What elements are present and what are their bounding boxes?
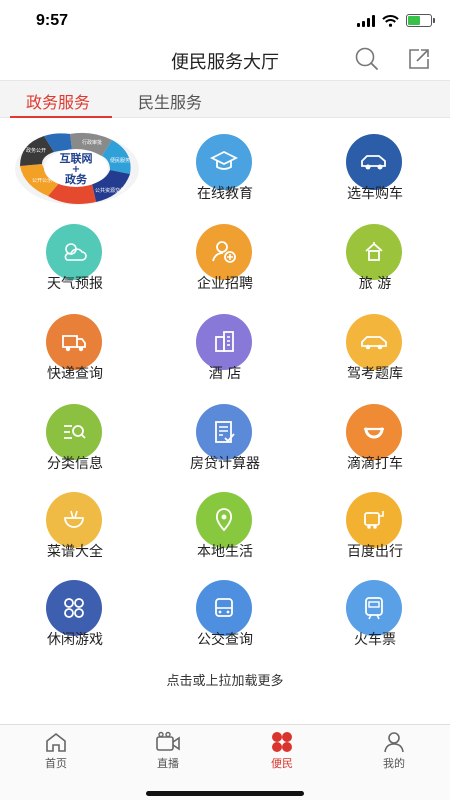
service-hotel[interactable]: 酒 店	[150, 308, 300, 398]
service-label: 选车购车	[347, 186, 403, 202]
logo-petal-4: 公开公示	[32, 178, 52, 184]
service-label: 酒 店	[208, 366, 242, 382]
logo-line-3: 政务	[65, 172, 88, 186]
service-baidu-travel[interactable]: 百度出行	[300, 486, 450, 576]
service-label: 快递查询	[47, 366, 103, 382]
active-tab-indicator	[10, 116, 112, 118]
logo-petal-5: 政务公开	[26, 147, 46, 154]
service-didi-taxi[interactable]: 滴滴打车	[300, 398, 450, 488]
calculator-icon	[196, 404, 252, 460]
service-weather[interactable]: 天气预报	[0, 218, 150, 308]
service-label: 旅 游	[358, 276, 392, 292]
service-label: 火车票	[354, 632, 396, 648]
graduation-cap-icon	[196, 134, 252, 190]
service-label: 公交查询	[197, 632, 253, 648]
service-label: 房贷计算器	[190, 456, 260, 472]
logo-petal-1: 行政审批	[82, 139, 102, 146]
home-indicator[interactable]	[146, 791, 304, 796]
bottom-tab-label: 首页	[45, 757, 67, 770]
share-icon[interactable]	[406, 46, 432, 72]
bottom-tab-label: 便民	[271, 757, 293, 770]
service-mortgage-calculator[interactable]: 房贷计算器	[150, 398, 300, 488]
service-online-education[interactable]: 在线教育	[150, 128, 300, 218]
delivery-truck-icon	[46, 314, 102, 370]
service-delivery-tracking[interactable]: 快递查询	[0, 308, 150, 398]
train-icon	[346, 580, 402, 636]
logo-line-1: 互联网	[60, 151, 93, 165]
service-bus-query[interactable]: 公交查询	[150, 574, 300, 664]
home-icon	[46, 732, 66, 752]
internet-plus-government-logo: 互联网 + 政务 行政审批 便民服务 公共资源交易 公开公示 政务公开	[15, 132, 139, 205]
tab-government-services[interactable]: 政务服务	[26, 89, 90, 113]
service-local-life[interactable]: 本地生活	[150, 486, 300, 576]
service-casual-games[interactable]: 休闲游戏	[0, 574, 150, 664]
travel-icon	[346, 224, 402, 280]
status-time: 9:57	[36, 12, 69, 29]
service-car-purchase[interactable]: 选车购车	[300, 128, 450, 218]
live-camera-icon	[156, 731, 180, 751]
category-info-icon	[46, 404, 102, 460]
service-label: 本地生活	[197, 544, 253, 560]
service-label: 天气预报	[47, 276, 103, 292]
bottom-tab-bar: 首页 直播 便民 我的	[0, 724, 450, 800]
recruit-icon	[196, 224, 252, 280]
tab-livelihood-services[interactable]: 民生服务	[138, 89, 202, 113]
bottom-tab-label: 直播	[157, 757, 179, 770]
wifi-icon	[382, 14, 399, 27]
service-travel[interactable]: 旅 游	[300, 218, 450, 308]
service-label: 休闲游戏	[47, 632, 103, 648]
service-label: 菜谱大全	[47, 544, 103, 560]
profile-icon	[384, 732, 404, 753]
battery-icon	[406, 14, 435, 27]
location-pin-icon	[196, 492, 252, 548]
bottom-tab-live[interactable]: 直播	[128, 731, 208, 771]
nav-bar: 便民服务大厅	[0, 44, 450, 80]
didi-icon	[346, 404, 402, 460]
service-recipes[interactable]: 菜谱大全	[0, 486, 150, 576]
flower-icon	[272, 732, 292, 752]
hotel-icon	[196, 314, 252, 370]
status-bar: 9:57	[0, 0, 450, 44]
driving-test-icon	[346, 314, 402, 370]
service-tabs: 政务服务 民生服务	[0, 80, 450, 118]
service-classified-info[interactable]: 分类信息	[0, 398, 150, 488]
cellular-signal-icon	[357, 14, 375, 27]
service-label: 驾考题库	[347, 366, 403, 382]
bus-stop-icon	[346, 492, 402, 548]
bus-icon	[196, 580, 252, 636]
logo-petal-3: 公共资源交易	[95, 187, 125, 194]
service-train-tickets[interactable]: 火车票	[300, 574, 450, 664]
game-icon	[46, 580, 102, 636]
service-label: 分类信息	[47, 456, 103, 472]
logo-petal-2: 便民服务	[110, 157, 130, 164]
page-title: 便民服务大厅	[171, 52, 279, 73]
bottom-tab-profile[interactable]: 我的	[354, 731, 434, 771]
service-label: 滴滴打车	[347, 456, 403, 472]
bottom-tab-label: 我的	[383, 757, 405, 770]
search-icon[interactable]	[354, 46, 380, 72]
service-label: 在线教育	[197, 186, 253, 202]
car-icon	[346, 134, 402, 190]
internet-plus-government-banner[interactable]: 互联网 + 政务 行政审批 便民服务 公共资源交易 公开公示 政务公开	[0, 128, 150, 218]
bottom-tab-home[interactable]: 首页	[16, 731, 96, 771]
service-driving-test[interactable]: 驾考题库	[300, 308, 450, 398]
weather-icon	[46, 224, 102, 280]
load-more-link[interactable]: 点击或上拉加载更多	[0, 670, 450, 689]
recipe-icon	[46, 492, 102, 548]
service-label: 百度出行	[347, 544, 403, 560]
service-recruitment[interactable]: 企业招聘	[150, 218, 300, 308]
service-label: 企业招聘	[197, 276, 253, 292]
bottom-tab-convenience[interactable]: 便民	[242, 731, 322, 771]
